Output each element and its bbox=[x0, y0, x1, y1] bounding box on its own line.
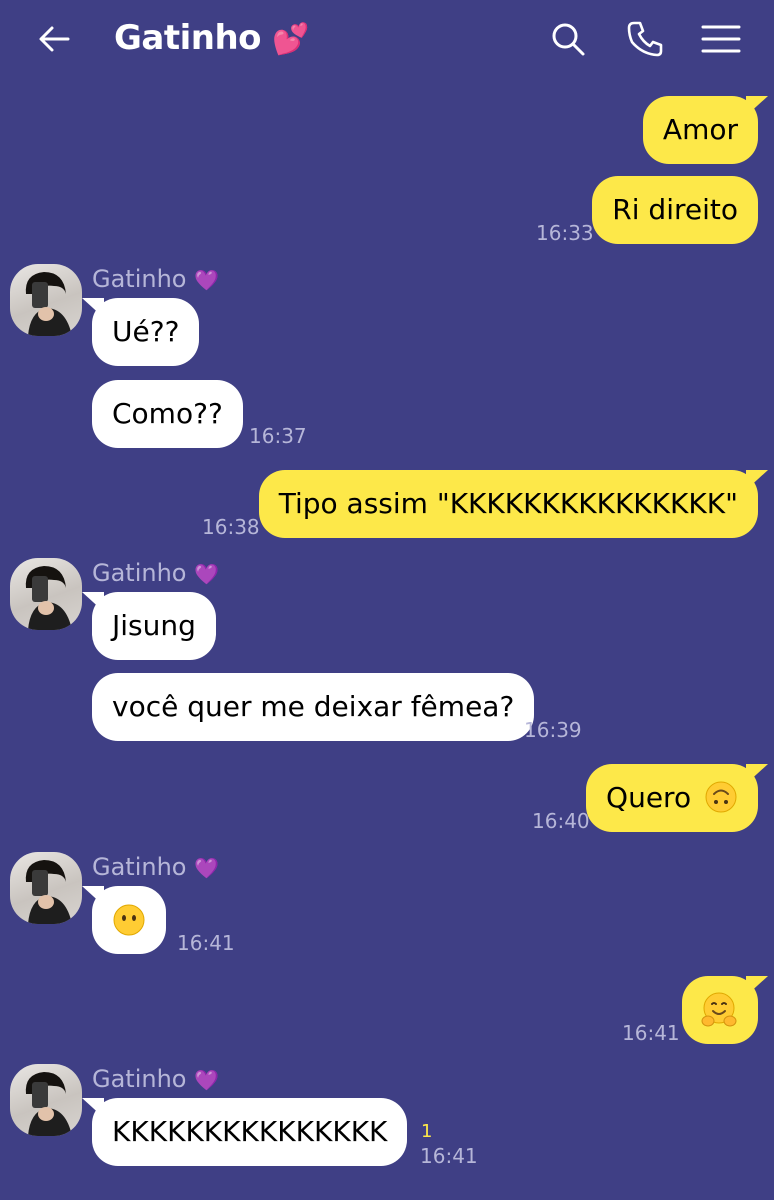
sender-emoji: 💜 bbox=[194, 856, 220, 880]
menu-button[interactable] bbox=[700, 18, 742, 60]
hugging-face-icon bbox=[701, 992, 737, 1027]
search-icon bbox=[552, 23, 585, 56]
message-text: Quero bbox=[606, 781, 692, 814]
sender-name-text: Gatinho bbox=[92, 853, 187, 881]
message-time: 16:41 bbox=[622, 1021, 680, 1045]
contact-avatar[interactable] bbox=[10, 558, 82, 630]
sender-emoji: 💜 bbox=[194, 1068, 220, 1092]
title-emoji: 💕 bbox=[272, 22, 310, 57]
sender-name: Gatinho 💜 bbox=[92, 852, 219, 883]
contact-avatar[interactable] bbox=[10, 1064, 82, 1136]
outgoing-message[interactable]: Tipo assim "KKKKKKKKKKKKKKK" bbox=[258, 470, 769, 538]
incoming-message[interactable]: KKKKKKKKKKKKKKK bbox=[81, 1098, 408, 1166]
sender-emoji: 💜 bbox=[194, 562, 220, 586]
back-button[interactable] bbox=[34, 18, 76, 60]
outgoing-message[interactable]: Quero bbox=[586, 764, 768, 832]
avatar-photo bbox=[25, 272, 72, 336]
avatar-photo bbox=[25, 1072, 72, 1136]
message-time: 16:41 bbox=[177, 931, 235, 955]
sender-emoji: 💜 bbox=[194, 268, 220, 292]
incoming-message[interactable]: Jisung bbox=[82, 592, 216, 660]
sender-name-text: Gatinho bbox=[92, 559, 187, 587]
phone-icon bbox=[627, 21, 663, 57]
chat-title-text: Gatinho bbox=[114, 18, 262, 58]
message-time: 16:38 bbox=[202, 515, 260, 539]
sender-name: Gatinho 💜 bbox=[92, 1064, 219, 1095]
menu-icon bbox=[701, 25, 741, 53]
message-time: 16:40 bbox=[532, 809, 590, 833]
message-time: 16:41 bbox=[420, 1144, 478, 1168]
avatar-photo bbox=[25, 860, 72, 924]
outgoing-message[interactable] bbox=[682, 976, 768, 1044]
message-time: 16:33 bbox=[536, 221, 594, 245]
outgoing-message[interactable]: Ri direito bbox=[592, 176, 758, 244]
sender-name-text: Gatinho bbox=[92, 1065, 187, 1093]
sender-name: Gatinho 💜 bbox=[92, 264, 219, 295]
outgoing-message[interactable]: Amor bbox=[642, 96, 769, 164]
upside-down-face-icon bbox=[705, 781, 737, 813]
sender-name-text: Gatinho bbox=[92, 265, 187, 293]
incoming-message[interactable]: você quer me deixar fêmea? bbox=[92, 673, 535, 741]
contact-avatar[interactable] bbox=[10, 264, 82, 336]
face-without-mouth-icon bbox=[113, 904, 145, 936]
incoming-message[interactable] bbox=[82, 886, 166, 954]
unread-count: 1 bbox=[421, 1121, 433, 1142]
message-time: 16:37 bbox=[249, 424, 307, 448]
search-button[interactable] bbox=[547, 18, 589, 60]
call-button[interactable] bbox=[624, 18, 666, 60]
message-time: 16:39 bbox=[524, 718, 582, 742]
chat-title[interactable]: Gatinho 💕 bbox=[114, 16, 310, 62]
contact-avatar[interactable] bbox=[10, 852, 82, 924]
avatar-photo bbox=[25, 566, 72, 630]
sender-name: Gatinho 💜 bbox=[92, 558, 219, 589]
chat-header: Gatinho 💕 bbox=[0, 0, 774, 80]
incoming-message[interactable]: Ué?? bbox=[81, 298, 200, 366]
incoming-message[interactable]: Como?? bbox=[92, 380, 243, 448]
back-arrow-icon bbox=[39, 26, 70, 52]
